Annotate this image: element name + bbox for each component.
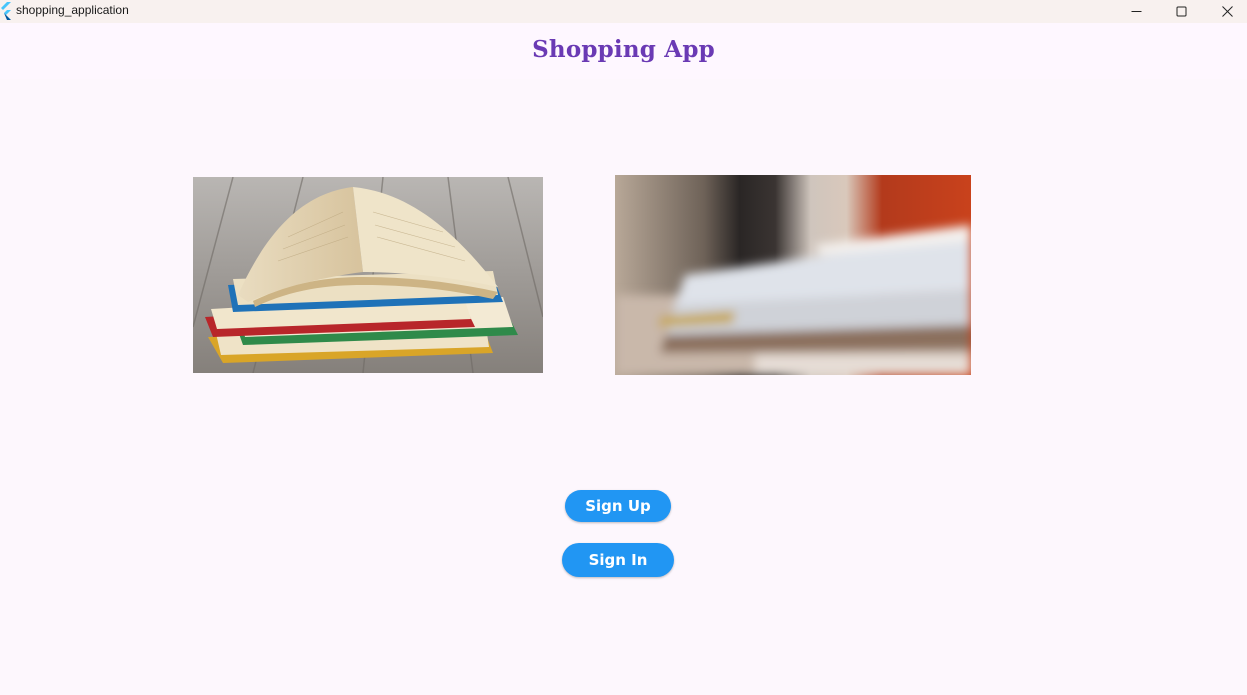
- open-books-stack-photo: [193, 177, 543, 373]
- minimize-button[interactable]: [1113, 0, 1159, 23]
- sign-in-button[interactable]: Sign In: [562, 543, 674, 577]
- flutter-icon: [1, 2, 11, 20]
- app-bar: Shopping App: [0, 23, 1247, 79]
- sign-up-button[interactable]: Sign Up: [565, 490, 671, 522]
- minimize-icon: [1131, 11, 1141, 12]
- maximize-button[interactable]: [1158, 0, 1204, 23]
- close-button[interactable]: [1204, 0, 1247, 23]
- blurred-books-photo: [615, 175, 971, 375]
- window-titlebar: shopping_application: [0, 0, 1247, 23]
- close-icon: [1221, 6, 1233, 17]
- maximize-icon: [1176, 6, 1186, 17]
- window-title: shopping_application: [16, 3, 129, 17]
- page-title: Shopping App: [532, 36, 715, 63]
